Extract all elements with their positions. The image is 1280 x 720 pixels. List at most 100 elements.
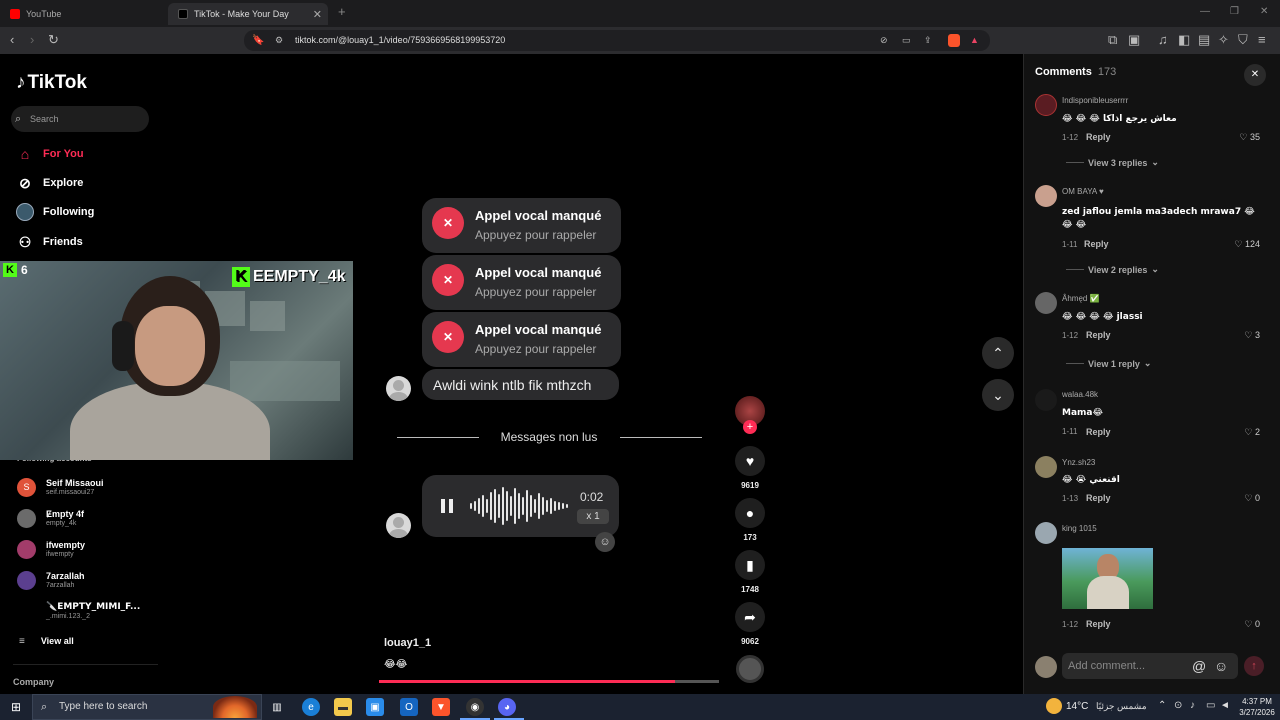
- comment-username[interactable]: Âhmęd ✅: [1062, 294, 1100, 303]
- mention-icon[interactable]: @: [1192, 653, 1206, 679]
- tab-youtube[interactable]: YouTube: [0, 3, 165, 25]
- comment-username[interactable]: OM BAYA ♥: [1062, 187, 1104, 196]
- network-icon[interactable]: ▭: [1206, 700, 1215, 711]
- comment-like[interactable]: ♡ 3: [1244, 330, 1260, 341]
- next-video-button[interactable]: ⌄: [982, 379, 1014, 411]
- comment-username[interactable]: walaa.48k: [1062, 390, 1098, 399]
- avatar[interactable]: [1035, 292, 1057, 314]
- comment-username[interactable]: Ynz.sh23: [1062, 458, 1095, 467]
- comment-image[interactable]: [1062, 548, 1153, 609]
- minimize-icon[interactable]: —: [1200, 6, 1210, 17]
- tray-chevron-icon[interactable]: ⌃: [1158, 700, 1166, 711]
- reply-button[interactable]: Reply: [1086, 493, 1111, 503]
- brave-icon[interactable]: ▼: [432, 698, 450, 716]
- avatar[interactable]: [1035, 522, 1057, 544]
- comment-like[interactable]: ♡ 124: [1234, 239, 1260, 250]
- screenshot-icon[interactable]: ▣: [1128, 32, 1140, 48]
- share-button[interactable]: ➦: [735, 602, 765, 632]
- nav-for-you[interactable]: ⌂ For You: [16, 144, 84, 164]
- windows-start-icon[interactable]: ⊞: [7, 698, 25, 716]
- comment-like[interactable]: ♡ 35: [1239, 132, 1260, 143]
- missed-call-bubble[interactable]: ✕ Appel vocal manqué Appuyez pour rappel…: [422, 255, 621, 310]
- reload-icon[interactable]: ↻: [48, 32, 59, 48]
- obs-icon[interactable]: ◉: [466, 698, 484, 716]
- view-all-link[interactable]: ≡ View all: [17, 628, 74, 654]
- emoji-icon[interactable]: ☺: [1214, 653, 1228, 679]
- wallet-icon[interactable]: ▤: [1198, 32, 1210, 48]
- brave-rewards-icon[interactable]: ▲: [970, 30, 979, 51]
- voice-message-bubble[interactable]: 0:02 x 1: [422, 475, 619, 537]
- account-item[interactable]: Ɇmpty 4f empty_4k: [17, 505, 84, 531]
- playback-speed[interactable]: x 1: [577, 509, 609, 524]
- tiktok-logo[interactable]: ♪ TikTok: [16, 72, 87, 94]
- site-info-icon[interactable]: ⚙: [275, 30, 283, 51]
- sidebar-toggle-icon[interactable]: ◧: [1178, 32, 1190, 48]
- account-item[interactable]: S Seif Missaoui seif.missaoui27: [17, 474, 104, 500]
- task-view-icon[interactable]: ▥: [268, 698, 286, 716]
- clock[interactable]: 4:37 PM 3/27/2026: [1236, 696, 1278, 718]
- view-replies-button[interactable]: View 3 replies ⌄: [1066, 157, 1159, 168]
- reply-button[interactable]: Reply: [1086, 619, 1111, 629]
- company-link[interactable]: Company: [13, 677, 54, 687]
- previous-video-button[interactable]: ⌃: [982, 337, 1014, 369]
- add-comment-input[interactable]: Add comment... @ ☺: [1062, 653, 1238, 679]
- weather-icon[interactable]: [1046, 698, 1062, 714]
- avatar[interactable]: [1035, 389, 1057, 411]
- back-icon[interactable]: ‹: [10, 32, 14, 48]
- vpn-icon[interactable]: ⛉: [1238, 32, 1248, 48]
- pause-icon[interactable]: [441, 499, 445, 513]
- reply-button[interactable]: Reply: [1086, 132, 1111, 142]
- comment-like[interactable]: ♡ 0: [1244, 619, 1260, 630]
- music-icon[interactable]: ♫: [1158, 32, 1168, 48]
- taskbar-search-input[interactable]: ⌕ Type here to search: [32, 694, 262, 720]
- comment-username[interactable]: Indisponibleuserrrr: [1062, 96, 1128, 105]
- forward-icon[interactable]: ›: [30, 32, 34, 48]
- account-item[interactable]: ifwempty ifwempty: [17, 536, 85, 562]
- no-tracking-icon[interactable]: ⊘: [880, 30, 888, 51]
- menu-icon[interactable]: ≡: [1258, 32, 1266, 48]
- cast-icon[interactable]: ▭: [902, 30, 911, 51]
- avatar[interactable]: [1035, 185, 1057, 207]
- brave-shield-icon[interactable]: [948, 34, 960, 47]
- outlook-icon[interactable]: O: [400, 698, 418, 716]
- volume-icon[interactable]: ◄: [1220, 700, 1230, 711]
- nav-following[interactable]: Following: [16, 202, 94, 222]
- missed-call-bubble[interactable]: ✕ Appel vocal manqué Appuyez pour rappel…: [422, 198, 621, 253]
- close-window-icon[interactable]: ✕: [1260, 6, 1268, 17]
- tab-tiktok[interactable]: TikTok - Make Your Day ✕: [168, 3, 328, 25]
- comment-username[interactable]: king 1015: [1062, 524, 1097, 533]
- avatar[interactable]: [1035, 94, 1057, 116]
- comment-like[interactable]: ♡ 0: [1244, 493, 1260, 504]
- account-item[interactable]: 7arzallah 7arzallah: [17, 567, 85, 593]
- microphone-icon[interactable]: ♪: [1190, 700, 1195, 711]
- avatar[interactable]: [1035, 456, 1057, 478]
- reply-button[interactable]: Reply: [1086, 330, 1111, 340]
- search-input[interactable]: ⌕ Search: [11, 106, 149, 132]
- video-author[interactable]: louay1_1: [384, 637, 431, 649]
- discord-icon[interactable]: ◕: [498, 698, 516, 716]
- restore-icon[interactable]: ❐: [1230, 6, 1239, 17]
- store-icon[interactable]: ▣: [366, 698, 384, 716]
- file-explorer-icon[interactable]: ▬: [334, 698, 352, 716]
- view-replies-button[interactable]: View 1 reply ⌄: [1066, 358, 1151, 369]
- nav-explore[interactable]: ⊘ Explore: [16, 173, 83, 193]
- reply-button[interactable]: Reply: [1086, 427, 1111, 437]
- edge-icon[interactable]: e: [302, 698, 320, 716]
- bookmark-icon[interactable]: 🔖: [252, 30, 264, 51]
- comment-button[interactable]: ●: [735, 498, 765, 528]
- follow-plus-icon[interactable]: +: [743, 420, 757, 434]
- video-progress-track[interactable]: [379, 680, 719, 683]
- reply-button[interactable]: Reply: [1084, 239, 1109, 249]
- tray-app-icon[interactable]: ⊙: [1174, 700, 1182, 711]
- share-icon[interactable]: ⇪: [924, 30, 932, 51]
- like-button[interactable]: ♥: [735, 446, 765, 476]
- missed-call-bubble[interactable]: ✕ Appel vocal manqué Appuyez pour rappel…: [422, 312, 621, 367]
- leo-ai-icon[interactable]: ✧: [1218, 32, 1229, 48]
- address-bar[interactable]: 🔖 ⚙ tiktok.com/@louay1_1/video/759366956…: [244, 30, 990, 51]
- music-disc-icon[interactable]: [736, 655, 764, 683]
- new-tab-icon[interactable]: +: [338, 4, 346, 19]
- account-item[interactable]: 🔪EMPTY_MIMI_F... _.mimi.123._2: [17, 598, 140, 624]
- extensions-icon[interactable]: ⧉: [1108, 32, 1117, 48]
- nav-friends[interactable]: ⚇ Friends: [16, 232, 83, 252]
- close-tab-icon[interactable]: ✕: [313, 8, 322, 21]
